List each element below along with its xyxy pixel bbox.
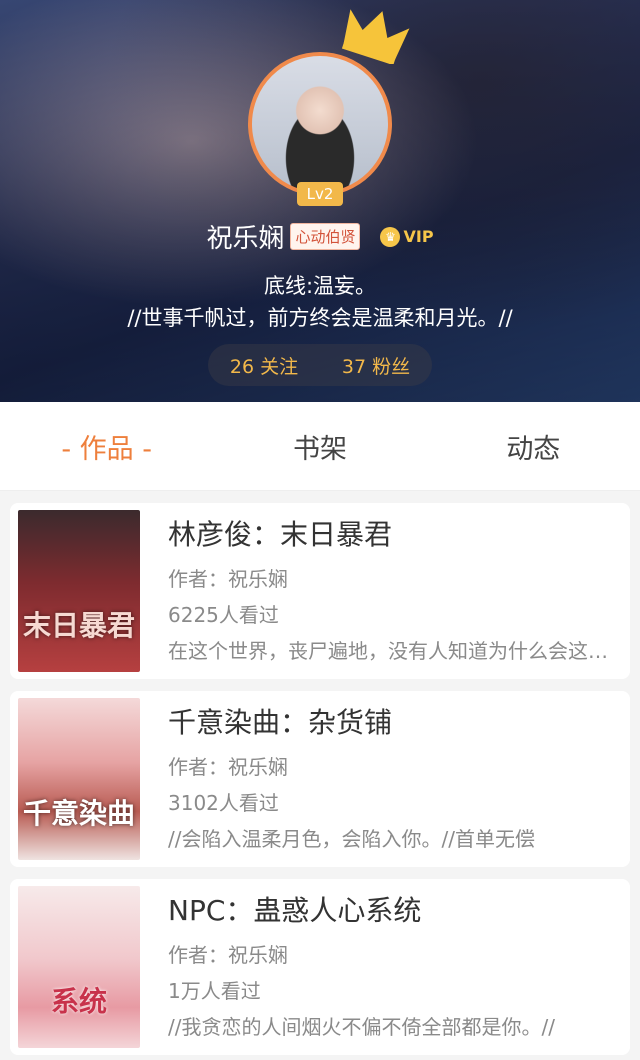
work-info: NPC：蛊惑人心系统 作者：祝乐娴 1万人看过 //我贪恋的人间烟火不偏不倚全部…: [168, 889, 608, 1045]
work-author: 作者：祝乐娴: [168, 943, 288, 967]
work-views: 3102人看过: [168, 791, 279, 815]
work-info: 林彦俊：末日暴君 作者：祝乐娴 6225人看过 在这个世界，丧尸遍地，没有人知道…: [168, 513, 608, 669]
avatar[interactable]: [248, 52, 392, 196]
profile-header: Lv2 祝乐娴 心动伯贤 ♛ VIP 底线:温妄。 //世事千帆过，前方终会是温…: [0, 0, 640, 402]
work-views: 1万人看过: [168, 979, 261, 1003]
work-title[interactable]: NPC：蛊惑人心系统: [168, 889, 608, 929]
followers-count[interactable]: 37 粉丝: [342, 352, 410, 379]
level-badge: Lv2: [297, 182, 343, 206]
tab-works[interactable]: - 作品 -: [0, 427, 213, 466]
tab-bookshelf[interactable]: 书架: [213, 427, 426, 466]
bio-line-2: //世事千帆过，前方终会是温柔和月光。//: [127, 306, 513, 330]
book-cover[interactable]: 系统: [18, 886, 140, 1048]
work-info: 千意染曲：杂货铺 作者：祝乐娴 3102人看过 //会陷入温柔月色，会陷入你。/…: [168, 701, 608, 857]
follow-stats: 26 关注 37 粉丝: [208, 344, 432, 386]
cover-title: 末日暴君: [22, 609, 135, 642]
bio-line-1: 底线:温妄。: [263, 274, 377, 298]
work-views: 6225人看过: [168, 603, 279, 627]
tab-activity[interactable]: 动态: [427, 427, 640, 466]
cover-title: 系统: [50, 985, 107, 1018]
vip-label: VIP: [403, 227, 434, 246]
work-description: //会陷入温柔月色，会陷入你。//首单无偿: [168, 827, 535, 851]
works-list: 末日暴君 林彦俊：末日暴君 作者：祝乐娴 6225人看过 在这个世界，丧尸遍地，…: [0, 491, 640, 1055]
vip-crown-icon: ♛: [380, 226, 401, 247]
title-badge: 心动伯贤: [290, 223, 361, 250]
work-description: 在这个世界，丧尸遍地，没有人知道为什么会这样，只知道: [168, 639, 608, 663]
work-card[interactable]: 千意染曲 千意染曲：杂货铺 作者：祝乐娴 3102人看过 //会陷入温柔月色，会…: [10, 691, 630, 867]
work-card[interactable]: 系统 NPC：蛊惑人心系统 作者：祝乐娴 1万人看过 //我贪恋的人间烟火不偏不…: [10, 879, 630, 1055]
cover-title: 千意染曲: [22, 797, 135, 830]
work-author: 作者：祝乐娴: [168, 755, 288, 779]
book-cover[interactable]: 千意染曲: [18, 698, 140, 860]
work-description: //我贪恋的人间烟火不偏不倚全部都是你。//: [168, 1015, 555, 1039]
username: 祝乐娴: [206, 224, 285, 254]
name-row: 祝乐娴 心动伯贤 ♛ VIP: [0, 218, 640, 255]
vip-badge[interactable]: ♛ VIP: [380, 226, 434, 247]
book-cover[interactable]: 末日暴君: [18, 510, 140, 672]
work-title[interactable]: 林彦俊：末日暴君: [168, 513, 608, 553]
work-title[interactable]: 千意染曲：杂货铺: [168, 701, 608, 741]
work-card[interactable]: 末日暴君 林彦俊：末日暴君 作者：祝乐娴 6225人看过 在这个世界，丧尸遍地，…: [10, 503, 630, 679]
work-author: 作者：祝乐娴: [168, 567, 288, 591]
following-count[interactable]: 26 关注: [230, 352, 298, 379]
profile-tabs: - 作品 - 书架 动态: [0, 402, 640, 491]
